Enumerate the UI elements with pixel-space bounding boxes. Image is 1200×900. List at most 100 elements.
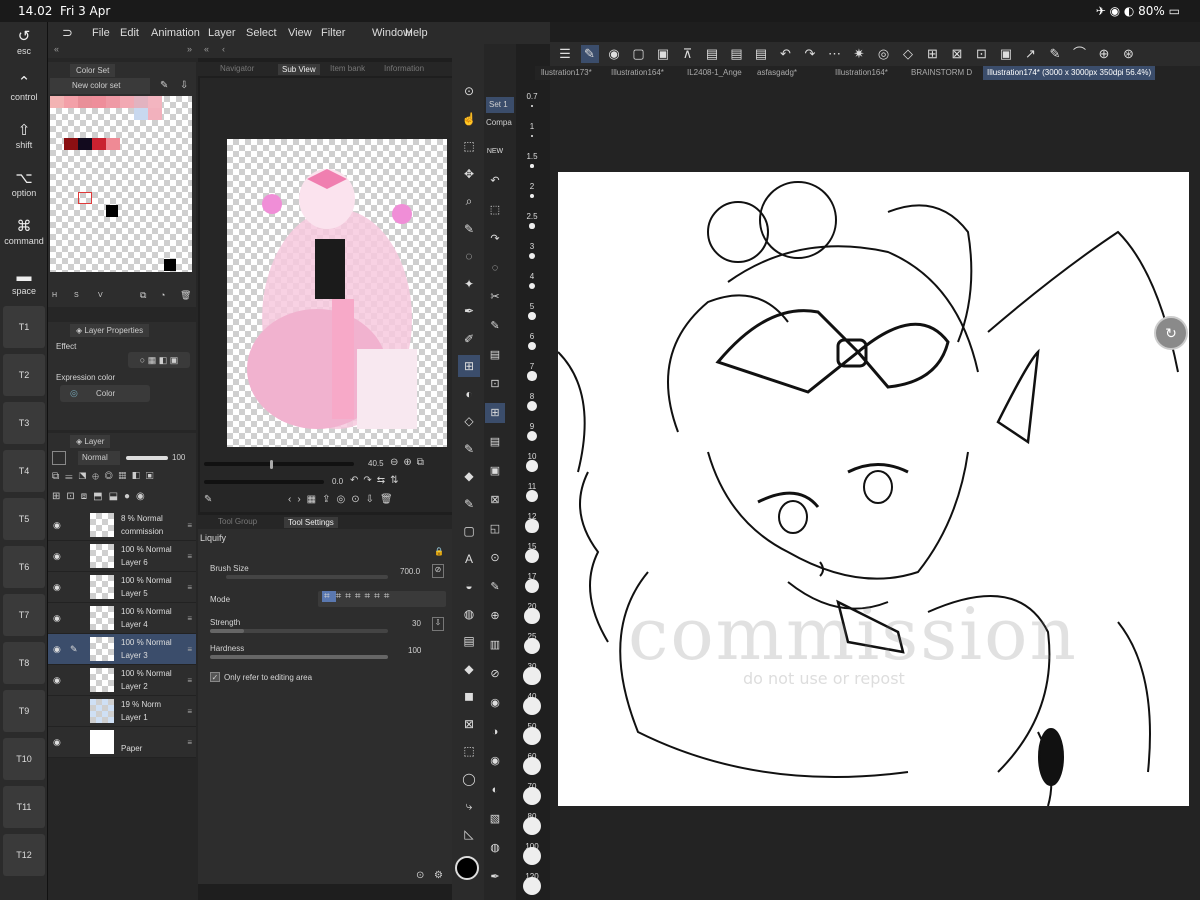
shortcut-key-t1[interactable]: T1 xyxy=(3,306,45,348)
command-button[interactable]: ⊼ xyxy=(679,45,697,63)
brush-size-dot[interactable] xyxy=(529,223,535,229)
brush-size-slider[interactable] xyxy=(226,575,388,579)
opacity-value[interactable]: 100 xyxy=(172,453,185,462)
command-button[interactable]: ◎ xyxy=(875,45,893,63)
tool-button[interactable]: ◆ xyxy=(458,658,480,680)
modifier-key-space[interactable]: ▬ space xyxy=(0,268,48,296)
layer-menu-icon[interactable]: ≡ xyxy=(187,552,192,561)
subtool-button[interactable]: ↶ xyxy=(485,171,505,191)
tool-button[interactable]: ▤ xyxy=(458,630,480,652)
tab-color-set[interactable]: Color Set xyxy=(70,64,116,77)
strength-value[interactable]: 30 xyxy=(412,619,421,628)
brush-size-dot[interactable] xyxy=(524,608,540,624)
subtool-button[interactable]: ▤ xyxy=(485,432,505,452)
layer-row-layer-1[interactable]: 19 % Norm Layer 1 ≡ xyxy=(48,696,196,727)
swatch[interactable] xyxy=(78,138,92,150)
left-panel-collapse-bar[interactable]: «» xyxy=(48,44,198,58)
duplicate-icon[interactable]: ⧉ xyxy=(140,290,146,301)
brush-size-dot[interactable] xyxy=(525,519,539,533)
tab-sub-view[interactable]: Sub View xyxy=(278,64,320,75)
layer-menu-icon[interactable]: ≡ xyxy=(187,583,192,592)
doc-tab[interactable]: Illustration164* xyxy=(835,68,888,77)
subtool-button[interactable]: ⊙ xyxy=(485,548,505,568)
doc-tab[interactable]: asfasgadg* xyxy=(757,68,797,77)
tool-button[interactable]: ⬚ xyxy=(458,135,480,157)
menu-item-file[interactable]: File xyxy=(92,27,110,39)
layer-menu-icon[interactable]: ≡ xyxy=(187,707,192,716)
layer-row-layer-6[interactable]: ◉ 100 % Normal Layer 6 ≡ xyxy=(48,541,196,572)
layer-menu-icon[interactable]: ≡ xyxy=(187,521,192,530)
command-button[interactable]: ☰ xyxy=(556,45,574,63)
tool-button[interactable]: ◆ xyxy=(458,465,480,487)
shortcut-key-t11[interactable]: T11 xyxy=(3,786,45,828)
swatch[interactable] xyxy=(106,205,118,217)
tool-button[interactable]: ◍ xyxy=(458,603,480,625)
modifier-key-esc[interactable]: ↺ esc xyxy=(0,28,48,56)
tool-button[interactable]: ⬚ xyxy=(458,740,480,762)
command-button[interactable]: ⊕ xyxy=(1095,45,1113,63)
rotate-buttons[interactable]: ↶↷⇆⇅ xyxy=(350,475,404,486)
tool-button[interactable]: ✎ xyxy=(458,493,480,515)
menu-item-view[interactable]: View xyxy=(288,27,312,39)
swatch[interactable] xyxy=(134,96,148,108)
brush-size-dot[interactable] xyxy=(529,253,535,259)
tool-button[interactable]: ☝ xyxy=(458,108,480,130)
tool-button[interactable]: ✎ xyxy=(458,438,480,460)
zoom-slider-thumb[interactable] xyxy=(270,460,273,469)
subtool-button[interactable]: ✂ xyxy=(485,287,505,307)
eye-icon[interactable]: ◉ xyxy=(53,675,61,686)
subtool-button[interactable]: ⊘ xyxy=(485,664,505,684)
liquify-mode-buttons[interactable]: ⌗ ⌗⌗⌗⌗⌗⌗ xyxy=(318,591,446,607)
subtool-button[interactable]: ▤ xyxy=(485,345,505,365)
shortcut-key-t4[interactable]: T4 xyxy=(3,450,45,492)
tool-button[interactable]: ◺ xyxy=(458,823,480,845)
command-button[interactable]: ↶ xyxy=(777,45,795,63)
subtool-button[interactable]: ◐ xyxy=(485,780,505,800)
layer-tools-row-2[interactable]: ⊞⊡⧈⬒⬓●◉ xyxy=(52,491,192,505)
command-button[interactable]: ✎ xyxy=(580,45,599,63)
subtool-button[interactable]: ▣ xyxy=(485,461,505,481)
command-button[interactable]: ▤ xyxy=(752,45,770,63)
tab-layer-properties[interactable]: ◈ Layer Properties xyxy=(70,324,150,337)
menu-item-animation[interactable]: Animation xyxy=(151,27,200,39)
layer-menu-icon[interactable]: ≡ xyxy=(187,738,192,747)
modifier-key-command[interactable]: ⌘ command xyxy=(0,218,48,246)
import-icon[interactable]: ⇩ xyxy=(180,80,188,91)
shortcut-key-t8[interactable]: T8 xyxy=(3,642,45,684)
tool-button[interactable]: ◯ xyxy=(458,768,480,790)
subtool-button[interactable]: ◉ xyxy=(485,693,505,713)
layer-row-paper[interactable]: ◉ Paper ≡ xyxy=(48,727,196,758)
command-button[interactable]: ▤ xyxy=(728,45,746,63)
command-button[interactable]: ✷ xyxy=(850,45,868,63)
subtool-compa-tab[interactable]: Compa xyxy=(486,118,512,127)
color-swatch-grid[interactable] xyxy=(50,96,192,272)
menu-item-filter[interactable]: Filter xyxy=(321,27,345,39)
swatch[interactable] xyxy=(106,96,120,108)
tab-navigator[interactable]: Navigator xyxy=(220,64,254,73)
v-toggle[interactable]: V xyxy=(98,292,103,299)
swatch[interactable] xyxy=(92,96,106,108)
tool-button[interactable]: ◌ xyxy=(458,245,480,267)
layer-row-layer-3[interactable]: ◉ ✎ 100 % Normal Layer 3 ≡ xyxy=(48,634,196,665)
color-set-dropdown[interactable]: New color set xyxy=(50,78,150,94)
tab-information[interactable]: Information xyxy=(384,64,424,73)
subtool-button[interactable]: ✎ xyxy=(485,316,505,336)
brush-size-dot[interactable] xyxy=(527,371,537,381)
doc-tab[interactable]: BRAINSTORM D xyxy=(911,68,972,77)
subtool-button[interactable]: ↷ xyxy=(485,229,505,249)
modifier-key-shift[interactable]: ⇧ shift xyxy=(0,122,48,150)
menu-item-help[interactable]: Help xyxy=(405,27,428,39)
layer-row-layer-2[interactable]: ◉ 100 % Normal Layer 2 ≡ xyxy=(48,665,196,696)
doc-tab[interactable]: IL2408-1_Ange xyxy=(687,68,742,77)
swatch[interactable] xyxy=(92,138,106,150)
swatch[interactable] xyxy=(106,138,120,150)
main-canvas[interactable]: commission do not use or repost xyxy=(558,172,1189,806)
doc-tab-active[interactable]: Illustration174* (3000 x 3000px 350dpi 5… xyxy=(983,66,1156,80)
eye-icon[interactable]: ◉ xyxy=(53,551,61,562)
subtool-button[interactable]: ⊞ xyxy=(485,403,505,423)
tool-button[interactable]: ⤷ xyxy=(458,795,480,817)
command-button[interactable]: ▢ xyxy=(630,45,648,63)
brush-size-dot[interactable] xyxy=(523,697,541,715)
tool-button[interactable]: ⌕ xyxy=(458,190,480,212)
brush-size-dot[interactable] xyxy=(523,757,541,775)
